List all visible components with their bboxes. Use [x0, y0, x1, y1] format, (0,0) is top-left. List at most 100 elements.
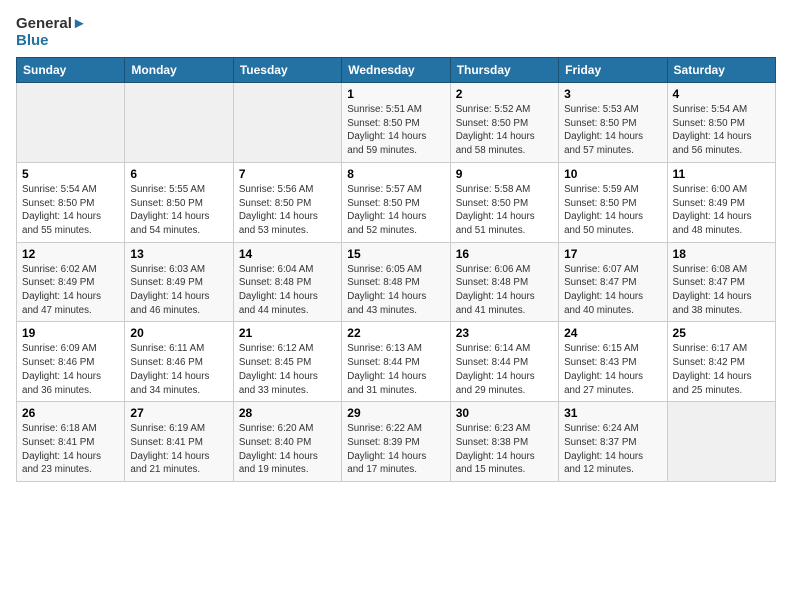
day-info: Sunrise: 6:17 AM Sunset: 8:42 PM Dayligh…: [673, 342, 770, 397]
day-number: 8: [347, 167, 444, 181]
day-number: 11: [673, 167, 770, 181]
day-info: Sunrise: 6:11 AM Sunset: 8:46 PM Dayligh…: [130, 342, 227, 397]
calendar-cell: 10Sunrise: 5:59 AM Sunset: 8:50 PM Dayli…: [559, 162, 667, 242]
calendar-cell: 11 Sunrise: 6:00 AM Sunset: 8:49 PM Dayli…: [667, 162, 775, 242]
day-number: 7: [239, 167, 336, 181]
calendar-cell: 30 Sunrise: 6:23 AM Sunset: 8:38 PM Dayli…: [450, 402, 558, 482]
day-info: Sunrise: 6:23 AM Sunset: 8:38 PM Dayligh…: [456, 422, 553, 477]
day-number: 18: [673, 247, 770, 261]
day-info: Sunrise: 5:58 AM Sunset: 8:50 PM Dayligh…: [456, 183, 553, 238]
page-header: General► Blue: [16, 16, 776, 49]
calendar-cell: 28 Sunrise: 6:20 AM Sunset: 8:40 PM Dayli…: [233, 402, 341, 482]
calendar-week-row: 1Sunrise: 5:51 AM Sunset: 8:50 PM Daylig…: [17, 83, 776, 163]
day-info: Sunrise: 6:19 AM Sunset: 8:41 PM Dayligh…: [130, 422, 227, 477]
day-info: Sunrise: 5:56 AM Sunset: 8:50 PM Dayligh…: [239, 183, 336, 238]
calendar-table: SundayMondayTuesdayWednesdayThursdayFrid…: [16, 57, 776, 482]
calendar-cell: 4 Sunrise: 5:54 AM Sunset: 8:50 PM Daylig…: [667, 83, 775, 163]
day-number: 30: [456, 406, 553, 420]
day-info: Sunrise: 5:52 AM Sunset: 8:50 PM Dayligh…: [456, 103, 553, 158]
day-info: Sunrise: 6:14 AM Sunset: 8:44 PM Dayligh…: [456, 342, 553, 397]
calendar-cell: 1Sunrise: 5:51 AM Sunset: 8:50 PM Daylig…: [342, 83, 450, 163]
calendar-cell: 12Sunrise: 6:02 AM Sunset: 8:49 PM Dayli…: [17, 242, 125, 322]
day-number: 25: [673, 326, 770, 340]
day-number: 12: [22, 247, 119, 261]
day-info: Sunrise: 6:15 AM Sunset: 8:43 PM Dayligh…: [564, 342, 661, 397]
day-number: 24: [564, 326, 661, 340]
day-info: Sunrise: 6:09 AM Sunset: 8:46 PM Dayligh…: [22, 342, 119, 397]
day-info: Sunrise: 6:00 AM Sunset: 8:49 PM Dayligh…: [673, 183, 770, 238]
calendar-cell: 18 Sunrise: 6:08 AM Sunset: 8:47 PM Dayli…: [667, 242, 775, 322]
calendar-cell: 2 Sunrise: 5:52 AM Sunset: 8:50 PM Daylig…: [450, 83, 558, 163]
calendar-cell: 22 Sunrise: 6:13 AM Sunset: 8:44 PM Dayli…: [342, 322, 450, 402]
day-of-week-header: Saturday: [667, 58, 775, 83]
day-of-week-header: Friday: [559, 58, 667, 83]
calendar-cell: 3Sunrise: 5:53 AM Sunset: 8:50 PM Daylig…: [559, 83, 667, 163]
calendar-cell: [667, 402, 775, 482]
day-number: 16: [456, 247, 553, 261]
day-of-week-header: Tuesday: [233, 58, 341, 83]
day-info: Sunrise: 5:57 AM Sunset: 8:50 PM Dayligh…: [347, 183, 444, 238]
day-number: 14: [239, 247, 336, 261]
logo-blue: Blue: [16, 33, 87, 50]
day-info: Sunrise: 6:08 AM Sunset: 8:47 PM Dayligh…: [673, 263, 770, 318]
day-number: 6: [130, 167, 227, 181]
day-number: 20: [130, 326, 227, 340]
day-number: 22: [347, 326, 444, 340]
calendar-cell: [17, 83, 125, 163]
day-info: Sunrise: 5:54 AM Sunset: 8:50 PM Dayligh…: [22, 183, 119, 238]
day-number: 5: [22, 167, 119, 181]
day-number: 26: [22, 406, 119, 420]
calendar-cell: 27 Sunrise: 6:19 AM Sunset: 8:41 PM Dayli…: [125, 402, 233, 482]
day-info: Sunrise: 6:06 AM Sunset: 8:48 PM Dayligh…: [456, 263, 553, 318]
day-info: Sunrise: 6:03 AM Sunset: 8:49 PM Dayligh…: [130, 263, 227, 318]
calendar-week-row: 5 Sunrise: 5:54 AM Sunset: 8:50 PM Daylig…: [17, 162, 776, 242]
calendar-cell: 16 Sunrise: 6:06 AM Sunset: 8:48 PM Dayli…: [450, 242, 558, 322]
day-info: Sunrise: 5:54 AM Sunset: 8:50 PM Dayligh…: [673, 103, 770, 158]
day-info: Sunrise: 5:53 AM Sunset: 8:50 PM Dayligh…: [564, 103, 661, 158]
calendar-cell: [125, 83, 233, 163]
calendar-cell: 29Sunrise: 6:22 AM Sunset: 8:39 PM Dayli…: [342, 402, 450, 482]
calendar-week-row: 19Sunrise: 6:09 AM Sunset: 8:46 PM Dayli…: [17, 322, 776, 402]
day-info: Sunrise: 6:12 AM Sunset: 8:45 PM Dayligh…: [239, 342, 336, 397]
day-number: 9: [456, 167, 553, 181]
calendar-week-row: 26 Sunrise: 6:18 AM Sunset: 8:41 PM Dayli…: [17, 402, 776, 482]
logo-general: General►: [16, 16, 87, 33]
day-info: Sunrise: 6:05 AM Sunset: 8:48 PM Dayligh…: [347, 263, 444, 318]
logo: General► Blue: [16, 16, 87, 49]
day-number: 27: [130, 406, 227, 420]
calendar-cell: 13 Sunrise: 6:03 AM Sunset: 8:49 PM Dayli…: [125, 242, 233, 322]
calendar-cell: 26 Sunrise: 6:18 AM Sunset: 8:41 PM Dayli…: [17, 402, 125, 482]
calendar-cell: 8 Sunrise: 5:57 AM Sunset: 8:50 PM Daylig…: [342, 162, 450, 242]
day-number: 28: [239, 406, 336, 420]
day-of-week-header: Thursday: [450, 58, 558, 83]
calendar-cell: 24 Sunrise: 6:15 AM Sunset: 8:43 PM Dayli…: [559, 322, 667, 402]
day-number: 15: [347, 247, 444, 261]
calendar-cell: 7 Sunrise: 5:56 AM Sunset: 8:50 PM Daylig…: [233, 162, 341, 242]
day-number: 31: [564, 406, 661, 420]
day-of-week-header: Sunday: [17, 58, 125, 83]
day-number: 13: [130, 247, 227, 261]
day-info: Sunrise: 6:04 AM Sunset: 8:48 PM Dayligh…: [239, 263, 336, 318]
calendar-cell: 20 Sunrise: 6:11 AM Sunset: 8:46 PM Dayli…: [125, 322, 233, 402]
day-number: 4: [673, 87, 770, 101]
calendar-week-row: 12Sunrise: 6:02 AM Sunset: 8:49 PM Dayli…: [17, 242, 776, 322]
day-number: 2: [456, 87, 553, 101]
day-info: Sunrise: 5:51 AM Sunset: 8:50 PM Dayligh…: [347, 103, 444, 158]
calendar-cell: 6 Sunrise: 5:55 AM Sunset: 8:50 PM Daylig…: [125, 162, 233, 242]
day-info: Sunrise: 5:59 AM Sunset: 8:50 PM Dayligh…: [564, 183, 661, 238]
day-info: Sunrise: 6:13 AM Sunset: 8:44 PM Dayligh…: [347, 342, 444, 397]
day-number: 21: [239, 326, 336, 340]
day-info: Sunrise: 6:07 AM Sunset: 8:47 PM Dayligh…: [564, 263, 661, 318]
day-info: Sunrise: 6:22 AM Sunset: 8:39 PM Dayligh…: [347, 422, 444, 477]
calendar-cell: 5 Sunrise: 5:54 AM Sunset: 8:50 PM Daylig…: [17, 162, 125, 242]
day-info: Sunrise: 5:55 AM Sunset: 8:50 PM Dayligh…: [130, 183, 227, 238]
calendar-cell: 15 Sunrise: 6:05 AM Sunset: 8:48 PM Dayli…: [342, 242, 450, 322]
calendar-cell: 25 Sunrise: 6:17 AM Sunset: 8:42 PM Dayli…: [667, 322, 775, 402]
day-number: 23: [456, 326, 553, 340]
day-info: Sunrise: 6:18 AM Sunset: 8:41 PM Dayligh…: [22, 422, 119, 477]
day-info: Sunrise: 6:20 AM Sunset: 8:40 PM Dayligh…: [239, 422, 336, 477]
day-number: 17: [564, 247, 661, 261]
calendar-cell: 9 Sunrise: 5:58 AM Sunset: 8:50 PM Daylig…: [450, 162, 558, 242]
logo-text: General► Blue: [16, 16, 87, 49]
calendar-cell: 21 Sunrise: 6:12 AM Sunset: 8:45 PM Dayli…: [233, 322, 341, 402]
